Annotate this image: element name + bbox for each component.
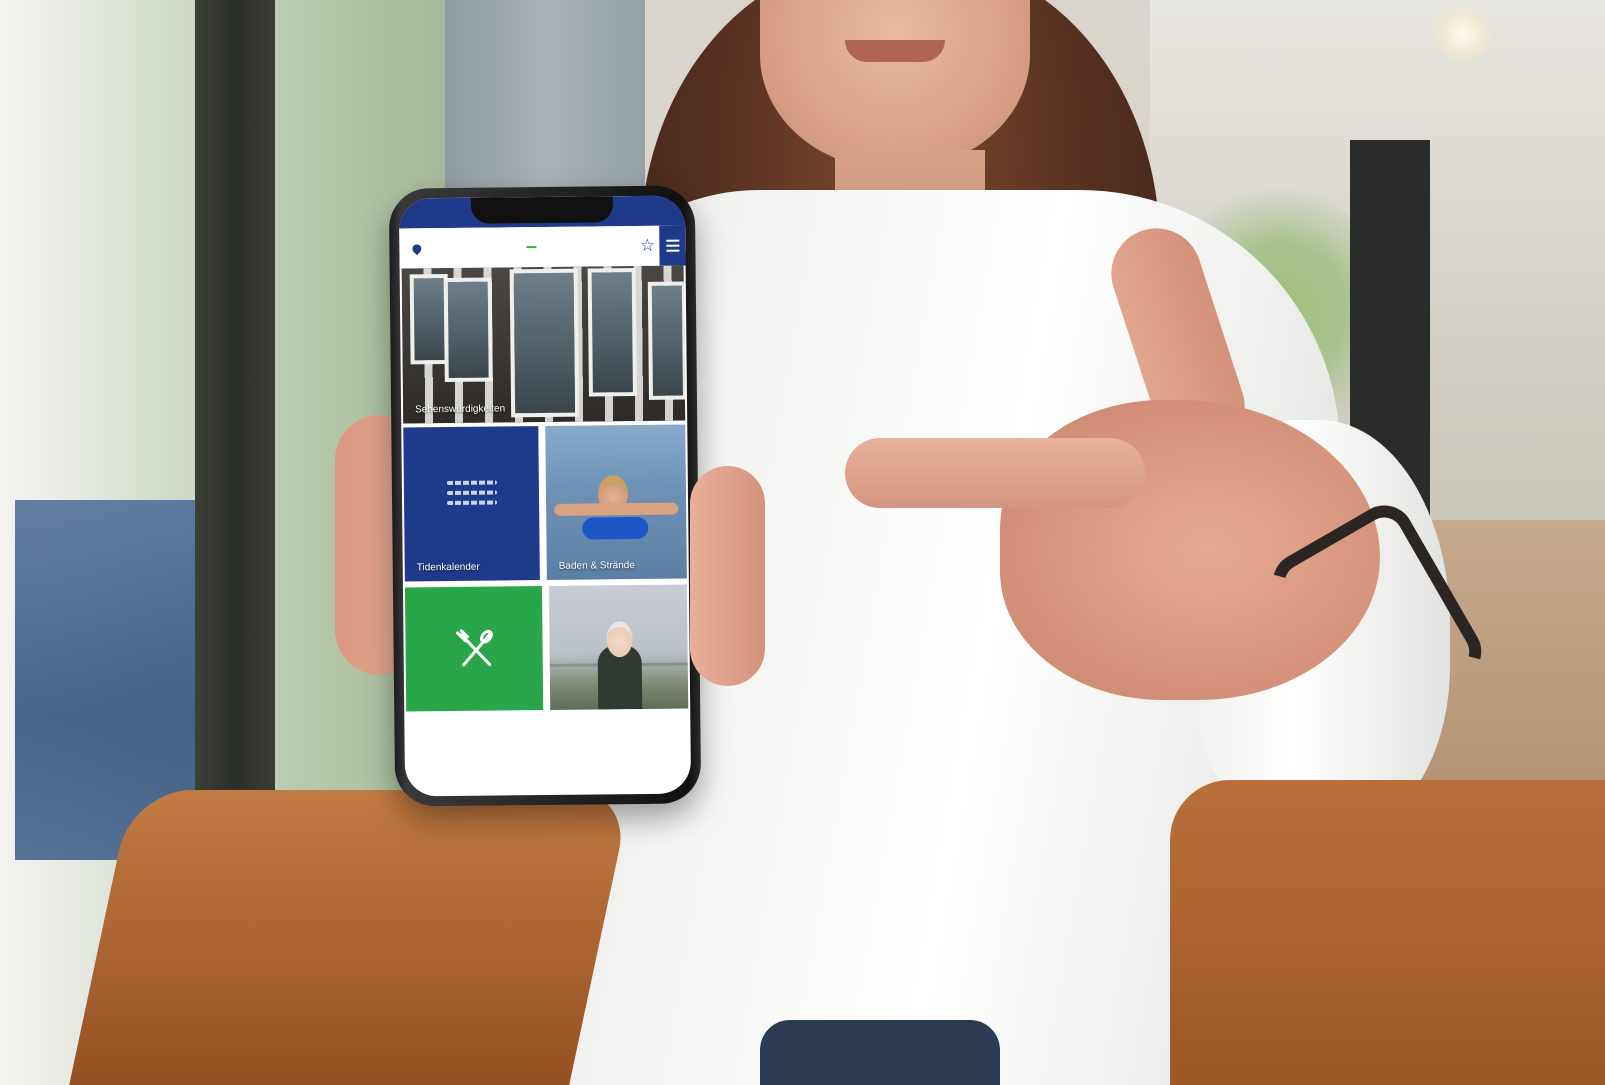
tile-bathing-beaches[interactable]: Baden & Strände <box>545 424 687 580</box>
photo-window <box>587 268 637 397</box>
tile-tide-calendar[interactable]: Tidenkalender <box>403 426 540 582</box>
holding-thumb <box>690 466 765 686</box>
tile-bathing-photo-arms <box>554 502 679 516</box>
photo-window <box>647 281 686 400</box>
waves-icon <box>446 480 498 522</box>
tile-bathing-beaches-label: Baden & Strände <box>558 560 635 572</box>
background-window-frame <box>195 0 275 900</box>
smartphone: ☆ Sehenswürdigkeiten Tidenkalender Baden… <box>388 185 702 807</box>
photo-scene: ☆ Sehenswürdigkeiten Tidenkalender Baden… <box>0 0 1605 1085</box>
star-outline-icon: ☆ <box>639 235 656 255</box>
phone-screen: ☆ Sehenswürdigkeiten Tidenkalender Baden… <box>398 195 692 797</box>
hamburger-menu-icon-line <box>665 244 679 247</box>
pointing-index-finger <box>845 438 1145 508</box>
tile-people-photo-head <box>606 621 633 658</box>
logo-mark <box>526 246 537 249</box>
app-header: ☆ <box>399 225 686 269</box>
person-smile <box>845 40 945 62</box>
tile-sights-label: Sehenswürdigkeiten <box>415 403 506 416</box>
wooden-chair-right <box>1170 780 1605 1085</box>
photo-window <box>409 274 449 365</box>
tile-food[interactable] <box>404 586 544 712</box>
location-button[interactable] <box>405 228 427 268</box>
hamburger-menu-icon <box>665 239 679 242</box>
hamburger-menu-icon-line <box>665 249 679 252</box>
status-bar <box>398 195 686 229</box>
map-pin-icon <box>410 241 423 255</box>
photo-window <box>509 268 580 418</box>
favorites-button[interactable]: ☆ <box>635 226 659 266</box>
menu-button[interactable] <box>659 225 686 266</box>
cutlery-icon <box>455 629 493 667</box>
tile-tide-calendar-label: Tidenkalender <box>416 561 480 574</box>
tile-sights[interactable]: Sehenswürdigkeiten <box>401 265 686 424</box>
photo-window <box>443 277 493 383</box>
person-jeans <box>760 1020 1000 1085</box>
wooden-chair-left <box>68 790 632 1085</box>
tile-bathing-photo-float <box>582 516 649 540</box>
tile-people[interactable] <box>548 584 689 710</box>
ceiling-light <box>1430 8 1496 60</box>
header-actions: ☆ <box>635 225 686 267</box>
app-logo[interactable] <box>526 245 537 249</box>
phone-notch <box>470 196 614 224</box>
